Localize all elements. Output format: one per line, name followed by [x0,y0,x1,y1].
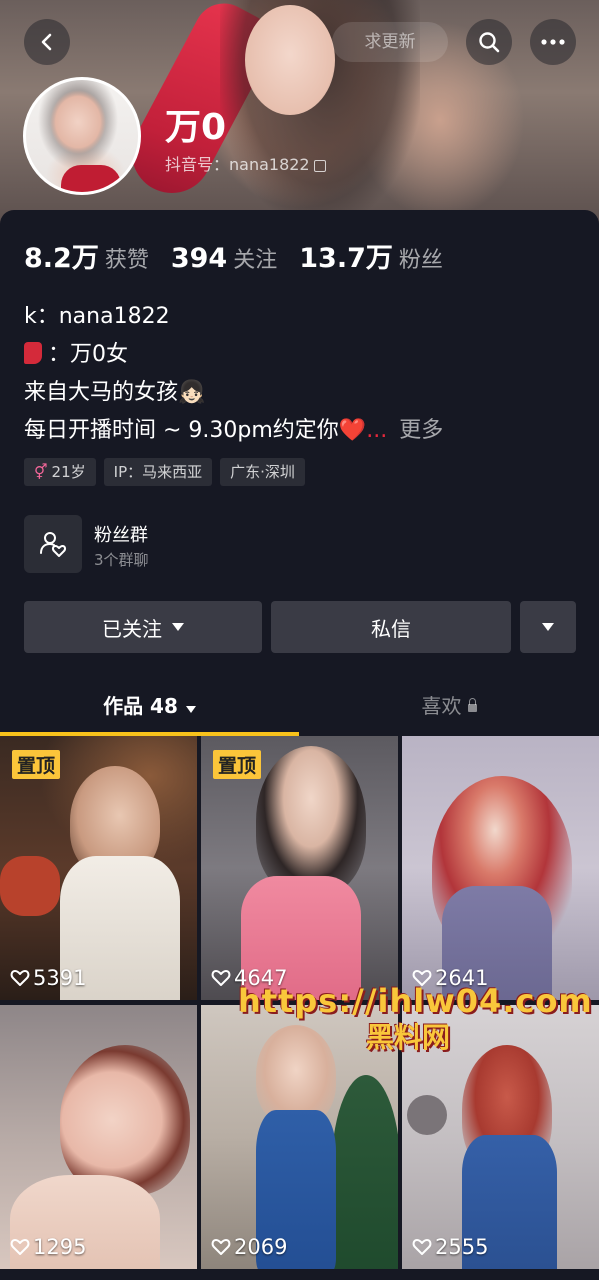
video-likes-count: 2069 [234,1235,288,1259]
video-prop [0,856,60,916]
ip-tag: IP：马来西亚 [103,458,213,486]
stat-likes-label: 获赞 [104,248,149,273]
message-button-label: 私信 [371,616,411,641]
bio[interactable]: k：nana1822 ：万0女 来自大马的女孩👧🏻 每日开播时间 ~ 9.30p… [24,298,443,450]
bio-line-4: 每日开播时间 ~ 9.30pm约定你❤️... 更多 [24,412,443,450]
bio-line-3: 来自大马的女孩👧🏻 [24,380,206,405]
video-thumbnail[interactable]: 2641 [402,736,599,1000]
recommend-dropdown-button[interactable] [520,601,576,653]
bio-line-2-text: ：万0女 [48,342,128,367]
video-tree [331,1075,398,1269]
video-likes: 2069 [211,1235,287,1259]
nickname: 万0 [165,107,227,148]
tab-likes-label: 喜欢 [421,694,462,718]
pinned-badge: 置顶 [12,750,61,779]
tab-works-label: 作品 48 [103,694,178,718]
stats-row: 8.2万 获赞 394 关注 13.7万 粉丝 [24,236,443,275]
more-horizontal-icon [541,39,565,45]
video-thumbnail[interactable]: 1295 [0,1005,197,1269]
fan-group-entry[interactable]: 粉丝群 3个群聊 [24,515,584,573]
content-tabs: 作品 48 喜欢 [0,680,599,736]
gender-icon: ⚥ [34,463,48,481]
video-likes-count: 1295 [33,1235,87,1259]
video-figure [60,1045,190,1195]
avatar-cloth [61,165,121,192]
request-update-button[interactable]: 求更新 [332,22,448,62]
video-thumbnail[interactable]: 置顶 4647 [201,736,398,1000]
watermark-text: 黑料网 [365,1021,450,1054]
fan-group-icon-box [24,515,82,573]
following-button[interactable]: 已关注 [24,601,262,653]
douyin-id[interactable]: 抖音号：nana1822 [165,151,326,175]
stat-following[interactable]: 394 关注 [171,242,277,274]
stat-followers[interactable]: 13.7万 粉丝 [299,236,443,275]
heart-outline-icon [10,1239,30,1255]
search-button[interactable] [466,19,512,65]
more-button[interactable] [530,19,576,65]
stat-likes[interactable]: 8.2万 获赞 [24,236,149,275]
video-likes: 2555 [412,1235,488,1259]
stat-following-value: 394 [170,243,228,274]
stat-following-label: 关注 [233,248,278,273]
bio-line-2: ：万0女 [24,336,443,374]
bio-line-1: k：nana1822 [24,304,170,329]
pinned-badge: 置顶 [213,750,262,779]
heart-outline-icon [211,1239,231,1255]
fan-group-icon [40,532,67,557]
stat-followers-value: 13.7万 [299,243,393,274]
age-tag-text: 21岁 [51,463,86,481]
video-likes-count: 2555 [435,1235,489,1259]
location-tag[interactable]: 广东·深圳 [220,458,305,486]
tag-row: ⚥ 21岁 IP：马来西亚 广东·深圳 [24,458,305,486]
bio-more-link[interactable]: 更多 [399,418,443,443]
message-button[interactable]: 私信 [271,601,511,653]
copy-icon[interactable] [313,159,326,172]
chevron-left-icon [41,33,52,51]
following-button-label: 已关注 [102,616,162,641]
fan-group-subtitle: 3个群聊 [94,551,149,569]
avatar[interactable] [23,77,141,195]
video-likes-count: 5391 [33,966,87,990]
bio-line-4-text: 每日开播时间 ~ 9.30pm约定你 [24,418,339,443]
lock-icon [467,698,477,712]
watermark: https://ihlw04.com 黑料网 [238,982,593,1056]
tab-likes[interactable]: 喜欢 [299,680,599,736]
heart-outline-icon [412,1239,432,1255]
video-likes: 1295 [10,1235,86,1259]
heart-outline-icon [10,970,30,986]
douyin-id-text: 抖音号：nana1822 [165,155,310,174]
stat-likes-value: 8.2万 [24,243,99,274]
stat-followers-label: 粉丝 [398,248,443,273]
bio-heart: ❤️... [338,418,388,443]
watermark-url: https://ihlw04.com [238,982,593,1020]
age-tag: ⚥ 21岁 [24,458,96,486]
fan-group-title: 粉丝群 [94,525,148,546]
banner-face [245,5,335,115]
caret-down-icon [185,706,196,713]
caret-down-icon [172,623,184,631]
video-likes: 5391 [10,966,86,990]
video-prop [407,1095,447,1135]
back-button[interactable] [24,19,70,65]
video-figure [256,746,366,896]
video-thumbnail[interactable]: 置顶 5391 [0,736,197,1000]
tab-works[interactable]: 作品 48 [0,680,299,736]
heart-outline-icon [211,970,231,986]
search-icon [479,32,500,53]
caret-down-icon [542,623,554,631]
scarf-icon [24,342,42,364]
